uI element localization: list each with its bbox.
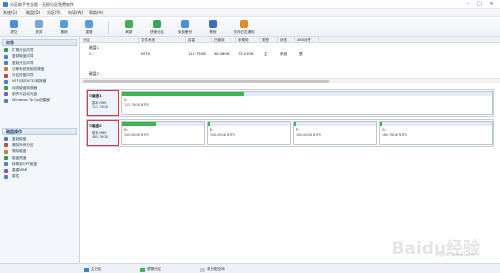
copy-icon [4, 137, 8, 142]
window-title: 分区助手专业版 - 无损分区免费软件 [10, 2, 74, 7]
sidebar-item-properties[interactable]: 属性 [0, 173, 79, 179]
menu-system[interactable]: 系统(G) [3, 10, 17, 16]
backup-icon [181, 20, 189, 28]
close-button[interactable]: ✕ [486, 1, 497, 8]
horizontal-scrollbar[interactable] [81, 78, 500, 83]
log-icon [240, 20, 248, 28]
windows-icon [4, 98, 8, 103]
sidebar-item-windows-to-go[interactable]: Windows To Go创建器 [0, 97, 79, 103]
refresh-icon [125, 20, 133, 28]
tutorial-button[interactable]: 教程 [201, 19, 225, 36]
col-status[interactable]: 状态 [278, 37, 295, 43]
dynamic-disk-icon [4, 86, 8, 91]
status-bar: 主分区 逻辑分区 未分配空间 [0, 263, 500, 273]
copy-disk-icon [4, 54, 8, 59]
speed-icon [4, 155, 8, 160]
sidebar: 向导 扩展分区向导 复制磁盘向导 复制分区向导 迁移系统到固态硬盘 分区恢复向导… [0, 37, 80, 263]
minimize-button[interactable]: – [462, 1, 473, 8]
toolbar: 提交 放弃 撤销 重做 刷新 快速分区 免费备份 教程 关闭日志通知 [0, 17, 500, 37]
partition-table-header: 分区 文件系统 容量 已使用 未使用 类型 状态 4KB对齐 [81, 37, 500, 43]
partition-g-usage-bar [380, 122, 383, 126]
quick-partition-button[interactable]: 快速分区 [145, 19, 169, 36]
redo-button[interactable]: 重做 [77, 19, 101, 36]
table-row[interactable]: C: NTFS 111.79GB 36.58GB 75.21GB 主 系统 是 [81, 51, 500, 58]
menu-wizard[interactable]: 向导(W) [68, 10, 83, 16]
recovery-icon [4, 73, 8, 78]
legend-primary: 主分区 [84, 267, 102, 272]
legend-logical-swatch [140, 267, 145, 272]
migrate-icon [4, 67, 8, 72]
check-icon [10, 20, 18, 28]
discard-button[interactable]: 放弃 [27, 19, 51, 36]
disc-icon [4, 92, 8, 97]
scrollbar-thumb[interactable] [83, 79, 329, 83]
legend-unallocated: 未分配空间 [200, 267, 225, 272]
col-unused[interactable]: 未使用 [236, 37, 260, 43]
partition-g[interactable]: G: 165.76GB NTFS [379, 121, 493, 145]
disk1-group-label: 磁盘1 [89, 45, 100, 50]
undo-button[interactable]: 撤销 [52, 19, 76, 36]
copy-partition-icon [4, 60, 8, 65]
partition-f[interactable]: F: 100.00GB NTFS [293, 121, 377, 145]
baidu-watermark-url: jingyan.baidu.com [434, 253, 476, 258]
tutorial-icon [209, 20, 217, 28]
mbr-icon [4, 168, 8, 173]
discard-icon [35, 20, 43, 28]
disk2-group-label: 磁盘2 [89, 71, 100, 76]
legend-logical: 逻辑分区 [140, 267, 161, 272]
disk-ops-panel-title: 磁盘操作 [2, 127, 77, 135]
properties-icon [4, 174, 8, 179]
commit-button[interactable]: 提交 [2, 19, 26, 36]
toolbar-separator [108, 21, 109, 34]
menu-help[interactable]: 帮助(H) [89, 10, 103, 16]
wizard-panel-title: 向导 [2, 39, 77, 46]
partition-d-usage-bar [122, 122, 157, 126]
col-type[interactable]: 类型 [260, 37, 278, 43]
app-icon [3, 2, 8, 7]
disk1-label-box[interactable]: 磁盘1 基本 MBR 111.79GB [87, 90, 119, 116]
menu-bar: 系统(G) 磁盘(D) 分区(P) 向导(W) 帮助(H) [0, 9, 500, 17]
menu-disk[interactable]: 磁盘(D) [26, 10, 40, 16]
wizard-list: 扩展分区向导 复制磁盘向导 复制分区向导 迁移系统到固态硬盘 分区恢复向导 NT… [0, 47, 79, 104]
redo-icon [85, 20, 93, 28]
legend-unallocated-swatch [200, 267, 205, 272]
col-filesystem[interactable]: 文件系统 [139, 37, 186, 43]
partition-e[interactable]: E: 100.00GB NTFS [207, 121, 291, 145]
partition-c[interactable]: C: 111.79GB NTFS [121, 91, 493, 115]
legend-primary-swatch [84, 267, 89, 272]
partition-d[interactable]: D: 100.00GB NTFS [121, 121, 205, 145]
maximize-button[interactable]: □ [474, 1, 485, 8]
menu-partition[interactable]: 分区(P) [47, 10, 61, 16]
main-area: 分区 文件系统 容量 已使用 未使用 类型 状态 4KB对齐 磁盘1 C: NT… [81, 37, 500, 263]
disk-ops-list: 复制磁盘 删除所有分区 擦除磁盘 磁盘测速 转换到GPT磁盘 重建MBR 属性 [0, 136, 79, 180]
disk2-map: 磁盘2 基本 MBR 465.76GB D: 100.00GB NTFS E: … [86, 119, 494, 147]
delete-icon [4, 143, 8, 148]
disk2-label-box[interactable]: 磁盘2 基本 MBR 465.76GB [87, 120, 119, 146]
refresh-button[interactable]: 刷新 [117, 19, 141, 36]
close-log-notify-button[interactable]: 关闭日志通知 [229, 19, 259, 36]
gpt-icon [4, 162, 8, 167]
disk1-map: 磁盘1 基本 MBR 111.79GB C: 111.79GB NTFS [86, 89, 494, 117]
convert-icon [4, 79, 8, 84]
quick-partition-icon [153, 20, 161, 28]
col-used[interactable]: 已使用 [212, 37, 236, 43]
partition-e-usage-bar [208, 122, 210, 126]
title-bar: 分区助手专业版 - 无损分区免费软件 – □ ✕ [0, 0, 500, 9]
col-capacity[interactable]: 容量 [186, 37, 212, 43]
undo-icon [60, 20, 68, 28]
wipe-icon [4, 149, 8, 154]
free-backup-button[interactable]: 免费备份 [173, 19, 197, 36]
extend-icon [4, 48, 8, 53]
col-partition[interactable]: 分区 [81, 37, 139, 43]
col-4k-align[interactable]: 4KB对齐 [295, 37, 319, 43]
partition-f-usage-bar [294, 122, 296, 126]
partition-c-usage-bar [122, 92, 245, 96]
